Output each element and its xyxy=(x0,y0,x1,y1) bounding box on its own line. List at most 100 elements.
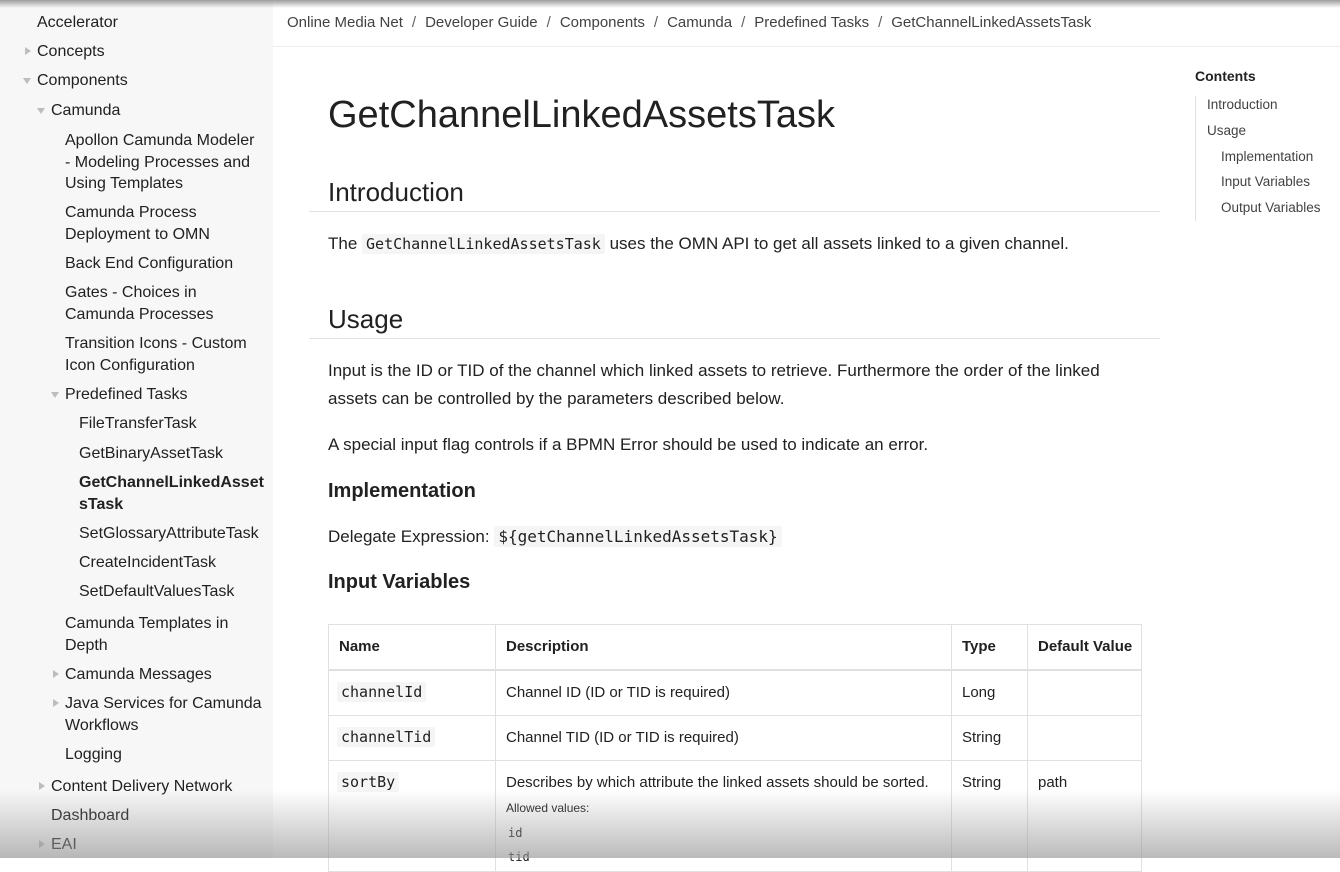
section-heading-introduction: Introduction xyxy=(328,177,464,207)
breadcrumb-link[interactable]: Predefined Tasks xyxy=(754,14,869,31)
sidebar-item-get-channel-linked-assets-task[interactable]: GetChannelLinkedAssetsTask xyxy=(79,472,264,515)
section-heading-usage: Usage xyxy=(328,304,404,334)
sidebar-item-camunda-templates[interactable]: Camunda Templates in Depth xyxy=(65,613,245,656)
toc-list: Introduction Usage Implementation Input … xyxy=(1195,96,1336,221)
toc-link-introduction[interactable]: Introduction xyxy=(1207,97,1278,112)
table-row: channelId Channel ID (ID or TID is requi… xyxy=(329,670,1141,716)
header-label: Name xyxy=(339,638,380,655)
expand-arrow-icon[interactable] xyxy=(39,782,45,790)
usage-paragraph: A special input flag controls if a BPMN … xyxy=(328,435,929,454)
table-cell: channelId xyxy=(329,671,496,715)
sidebar-item-predefined-tasks[interactable]: Predefined Tasks xyxy=(65,384,265,406)
expand-arrow-icon[interactable] xyxy=(53,699,59,707)
variable-default: path xyxy=(1038,774,1068,791)
input-variables-table: Name Description Type Default Value chan… xyxy=(328,624,1142,872)
table-cell: channelTid xyxy=(329,716,496,760)
collapse-arrow-icon[interactable] xyxy=(37,108,45,114)
main-content: GetChannelLinkedAssetsTask Introduction … xyxy=(309,46,1160,872)
variable-name: sortBy xyxy=(337,772,400,792)
table-cell: sortBy xyxy=(329,761,496,871)
table-cell xyxy=(1028,716,1141,760)
table-row: sortBy Describes by which attribute the … xyxy=(329,761,1141,872)
expand-arrow-icon[interactable] xyxy=(39,840,45,848)
page-title: GetChannelLinkedAssetsTask xyxy=(328,94,835,136)
variable-name: channelId xyxy=(337,682,427,702)
intro-paragraph: The GetChannelLinkedAssetsTask uses the … xyxy=(328,230,1148,258)
breadcrumb-separator: / xyxy=(546,14,551,31)
breadcrumb-link[interactable]: Developer Guide xyxy=(425,14,538,31)
table-header-cell: Type xyxy=(952,625,1028,669)
sidebar-item-process-deployment[interactable]: Camunda Process Deployment to OMN xyxy=(65,202,255,245)
section-divider xyxy=(309,211,1160,212)
sidebar-item-camunda[interactable]: Camunda xyxy=(51,100,251,122)
delegate-label: Delegate Expression: xyxy=(328,527,495,546)
allowed-value: id xyxy=(508,826,523,840)
collapse-arrow-icon[interactable] xyxy=(51,392,59,398)
header-label: Description xyxy=(506,638,589,655)
table-header-row: Name Description Type Default Value xyxy=(329,625,1141,670)
sidebar-item-content-delivery-network[interactable]: Content Delivery Network xyxy=(51,776,251,798)
sidebar-item-transition-icons[interactable]: Transition Icons - Custom Icon Configura… xyxy=(65,333,260,376)
breadcrumb-trail: Online Media Net / Developer Guide / Compone… xyxy=(287,14,1091,31)
variable-type: Long xyxy=(962,684,996,701)
expand-arrow-icon[interactable] xyxy=(53,670,59,678)
variable-description: Describes by which attribute the linked … xyxy=(506,774,929,791)
breadcrumb-separator: / xyxy=(878,14,883,31)
toc-link-input-variables[interactable]: Input Variables xyxy=(1221,174,1310,189)
delegate-code: ${getChannelLinkedAssetsTask} xyxy=(494,526,782,547)
toc-link-output-variables[interactable]: Output Variables xyxy=(1221,200,1321,215)
variable-description: Channel TID (ID or TID is required) xyxy=(506,729,739,746)
table-header-cell: Description xyxy=(496,625,952,669)
table-cell xyxy=(1028,671,1141,715)
allowed-values-label: Allowed values: xyxy=(506,801,590,815)
toc-link-implementation[interactable]: Implementation xyxy=(1221,149,1313,164)
table-cell: String xyxy=(952,716,1028,760)
sidebar-item-back-end-configuration[interactable]: Back End Configuration xyxy=(65,253,260,275)
sidebar-item-gates[interactable]: Gates - Choices in Camunda Processes xyxy=(65,282,245,325)
header-label: Default Value xyxy=(1038,638,1133,655)
sidebar-nav: Accelerator Concepts Components Camunda … xyxy=(0,0,273,858)
usage-paragraph: Input is the ID or TID of the channel wh… xyxy=(328,361,1100,408)
table-header-cell: Default Value xyxy=(1028,625,1141,669)
table-cell: path xyxy=(1028,761,1141,871)
allowed-value: tid xyxy=(508,850,530,864)
section-heading-implementation: Implementation xyxy=(328,480,476,502)
variable-name: channelTid xyxy=(337,727,436,747)
toc-link-usage[interactable]: Usage xyxy=(1207,123,1246,138)
sidebar-item-dashboard[interactable]: Dashboard xyxy=(51,805,251,827)
breadcrumb-link[interactable]: GetChannelLinkedAssetsTask xyxy=(891,14,1091,31)
sidebar-item-accelerator[interactable]: Accelerator xyxy=(37,12,237,34)
table-cell: String xyxy=(952,761,1028,871)
expand-arrow-icon[interactable] xyxy=(25,47,31,55)
table-cell: Long xyxy=(952,671,1028,715)
sidebar-item-get-binary-asset-task[interactable]: GetBinaryAssetTask xyxy=(79,443,273,465)
variable-type: String xyxy=(962,774,1002,791)
section-divider xyxy=(309,338,1160,339)
table-cell: Describes by which attribute the linked … xyxy=(496,761,952,871)
section-heading-input-variables: Input Variables xyxy=(328,571,471,593)
breadcrumb-link[interactable]: Online Media Net xyxy=(287,14,403,31)
variable-type: String xyxy=(962,729,1002,746)
table-header-cell: Name xyxy=(329,625,496,669)
sidebar-item-concepts[interactable]: Concepts xyxy=(37,41,237,63)
table-row: channelTid Channel TID (ID or TID is req… xyxy=(329,716,1141,761)
collapse-arrow-icon[interactable] xyxy=(23,78,31,84)
breadcrumb-link[interactable]: Camunda xyxy=(667,14,732,31)
sidebar-item-eai[interactable]: EAI xyxy=(51,834,251,856)
sidebar-item-camunda-modeler[interactable]: Apollon Camunda Modeler - Modeling Proce… xyxy=(65,130,260,195)
sidebar-item-java-services[interactable]: Java Services for Camunda Workflows xyxy=(65,693,265,736)
variable-description: Channel ID (ID or TID is required) xyxy=(506,684,730,701)
sidebar-item-logging[interactable]: Logging xyxy=(65,744,265,766)
sidebar-item-set-default-values-task[interactable]: SetDefaultValuesTask xyxy=(79,581,273,603)
sidebar-item-set-glossary-attribute-task[interactable]: SetGlossaryAttributeTask xyxy=(79,523,269,545)
sidebar-item-components[interactable]: Components xyxy=(37,70,237,92)
breadcrumb-separator: / xyxy=(653,14,659,31)
sidebar-item-create-incident-task[interactable]: CreateIncidentTask xyxy=(79,552,273,574)
intro-text: The xyxy=(328,234,363,253)
breadcrumb-separator: / xyxy=(411,14,417,31)
delegate-expression: Delegate Expression: ${getChannelLinkedA… xyxy=(328,523,1148,551)
sidebar-item-camunda-messages[interactable]: Camunda Messages xyxy=(65,664,265,686)
sidebar-item-file-transfer-task[interactable]: FileTransferTask xyxy=(79,413,273,435)
table-cell: Channel TID (ID or TID is required) xyxy=(496,716,952,760)
breadcrumb-link[interactable]: Components xyxy=(560,14,645,31)
